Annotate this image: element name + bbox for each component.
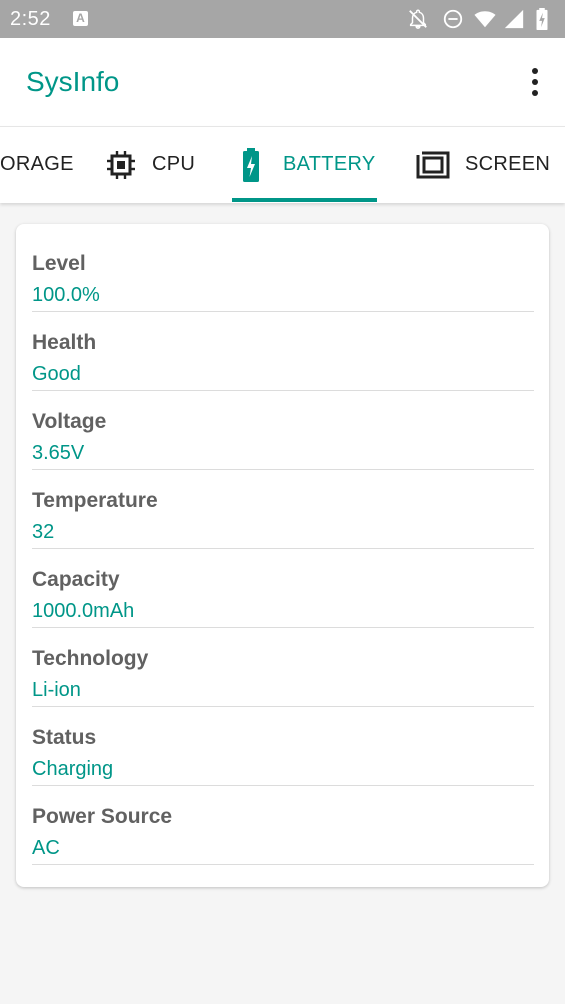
info-value: 3.65V xyxy=(32,442,85,464)
info-label: Voltage xyxy=(32,410,107,433)
info-row-voltage: Voltage 3.65V xyxy=(32,390,534,470)
battery-charging-icon xyxy=(243,148,259,182)
info-row-status: Status Charging xyxy=(32,706,534,786)
tab-storage[interactable]: ORAGE xyxy=(0,127,80,203)
more-vert-icon-dot xyxy=(532,79,538,85)
status-bar: 2:52 A xyxy=(0,0,565,38)
info-value: Li-ion xyxy=(32,679,81,701)
info-label: Temperature xyxy=(32,489,158,512)
do-not-disturb-icon xyxy=(443,9,463,29)
info-label: Status xyxy=(32,726,97,749)
info-value: AC xyxy=(32,837,60,859)
more-vert-icon xyxy=(532,68,538,74)
battery-charging-icon xyxy=(536,8,548,30)
info-row-capacity: Capacity 1000.0mAh xyxy=(32,548,534,628)
info-row-level: Level 100.0% xyxy=(32,232,534,312)
status-time: 2:52 xyxy=(10,8,51,30)
tab-battery[interactable]: BATTERY xyxy=(232,127,377,203)
info-label: Power Source xyxy=(32,805,173,828)
cpu-chip-icon xyxy=(107,151,135,179)
notification-a-icon: A xyxy=(73,11,88,26)
wifi-icon xyxy=(474,11,496,28)
info-label: Capacity xyxy=(32,568,120,591)
info-value: Charging xyxy=(32,758,114,780)
info-label: Level xyxy=(32,252,86,275)
status-icons xyxy=(407,8,557,30)
info-value: Good xyxy=(32,363,81,385)
tab-cpu-label: CPU xyxy=(152,153,196,175)
info-label: Health xyxy=(32,331,97,354)
info-row-temperature: Temperature 32 xyxy=(32,469,534,549)
tab-screen[interactable]: SCREEN xyxy=(414,127,565,203)
notifications-off-icon xyxy=(409,9,427,29)
info-value: 100.0% xyxy=(32,284,100,306)
info-label: Technology xyxy=(32,647,149,670)
cell-signal-icon xyxy=(504,9,524,29)
screen-icon xyxy=(416,151,450,179)
battery-info-card: Level 100.0% Health Good Voltage 3.65V T… xyxy=(16,224,549,887)
tab-battery-label: BATTERY xyxy=(283,153,376,175)
active-tab-indicator xyxy=(232,198,377,202)
tab-screen-label: SCREEN xyxy=(465,153,551,175)
more-vert-icon-dot xyxy=(532,90,538,96)
info-value: 32 xyxy=(32,521,55,543)
info-row-technology: Technology Li-ion xyxy=(32,627,534,707)
tab-cpu[interactable]: CPU xyxy=(100,127,210,203)
tab-bar: ORAGE CPU BATTERY SCREEN xyxy=(0,126,565,203)
app-bar: SysInfo xyxy=(0,38,565,126)
info-value: 1000.0mAh xyxy=(32,600,135,622)
app-title: SysInfo xyxy=(26,66,120,97)
info-row-health: Health Good xyxy=(32,311,534,391)
more-options-button[interactable] xyxy=(527,68,543,96)
info-row-power-source: Power Source AC xyxy=(32,785,534,865)
tab-storage-label: ORAGE xyxy=(0,153,74,175)
